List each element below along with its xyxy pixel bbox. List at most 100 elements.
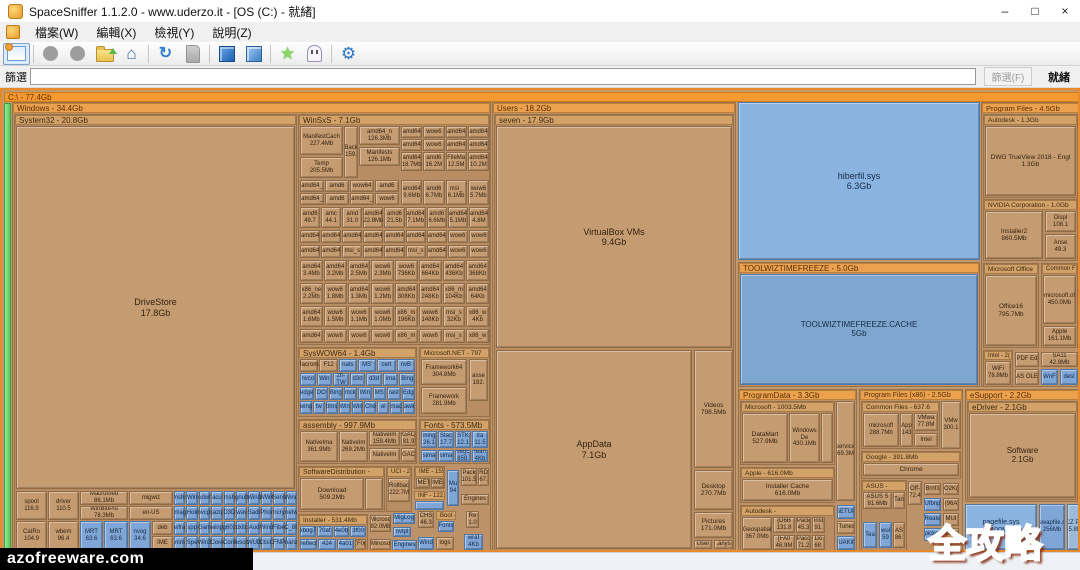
treemap-file-cell[interactable]: nvog 34.6: [129, 521, 151, 550]
treemap-folder-cell[interactable]: Windows De 430.1Mb: [789, 413, 820, 463]
treemap-folder-cell[interactable]: DWG TrueView 2018 - Engl 1.3Gb: [985, 126, 1076, 196]
treemap-folder-cell[interactable]: amd64 2.5Mb: [348, 260, 371, 281]
treemap-folder-cell[interactable]: NativeIm: [369, 448, 400, 462]
star-button[interactable]: ★: [274, 43, 301, 65]
next-view-button[interactable]: [64, 43, 91, 65]
treemap-file-cell[interactable]: ima: [383, 373, 399, 386]
treemap-file-cell[interactable]: Fonts: [438, 521, 454, 532]
treemap-folder-cell[interactable]: AS 86:: [893, 522, 905, 548]
treemap-folder-cell[interactable]: asse 182.: [469, 359, 488, 401]
treemap-file-cell[interactable]: MigLog: [393, 513, 415, 524]
treemap-folder-header[interactable]: INF - 122.1: [414, 491, 445, 500]
treemap-folder-cell[interactable]: amd64 1.3Mb: [348, 283, 371, 304]
treemap-folder-cell[interactable]: WiFi 78.8Mb: [985, 361, 1011, 385]
prev-view-button[interactable]: [37, 43, 64, 65]
treemap-folder-cell[interactable]: amd64 5.1Mb: [448, 207, 468, 228]
treemap-file-cell[interactable]: Win: [339, 401, 351, 414]
treemap-folder-cell[interactable]: Installer2 860.5Mb: [985, 211, 1043, 259]
menu-help[interactable]: 說明(Z): [203, 22, 260, 43]
treemap-folder-cell[interactable]: amd64: [384, 245, 404, 258]
filter-input[interactable]: [30, 68, 976, 85]
treemap-folder-cell[interactable]: amd64: [300, 230, 320, 243]
treemap-folder-cell[interactable]: Office16 795.7Mb: [985, 275, 1037, 346]
treemap-folder-cell[interactable]: amd64: [300, 329, 323, 343]
treemap-file-cell[interactable]: dxltc: [236, 521, 247, 535]
ghost-filter-button[interactable]: [301, 43, 328, 65]
new-view-button[interactable]: [3, 43, 30, 65]
treemap-file-cell[interactable]: reflect: [300, 539, 317, 550]
treemap-folder-cell[interactable]: Minoso: [370, 539, 391, 550]
treemap-folder-cell[interactable]: NativeIm 159.4Mb: [369, 431, 400, 446]
treemap-folder-cell[interactable]: amd6 6.6Mb: [427, 207, 447, 228]
treemap-folder-cell[interactable]: F12: [319, 359, 337, 372]
treemap-folder-cell[interactable]: PDF Ed: [1015, 352, 1039, 367]
treemap-folder-cell[interactable]: amd64 3.2Mb: [324, 260, 347, 281]
less-detail-button[interactable]: [213, 43, 240, 65]
treemap-folder-cell[interactable]: amd64: [406, 230, 426, 243]
treemap-file-cell[interactable]: nvcpl: [199, 506, 210, 520]
treemap-file-cell[interactable]: Win: [352, 401, 364, 414]
treemap-file-cell[interactable]: Win: [358, 387, 372, 400]
treemap-folder-cell[interactable]: VirtualBox VMs 9.4Gb: [496, 126, 732, 348]
treemap-folder-cell[interactable]: DriveStore 17.8Gb: [16, 126, 295, 489]
treemap-folder-cell[interactable]: msi_s: [443, 329, 466, 343]
treemap-folder-cell[interactable]: .anys: [714, 540, 733, 549]
treemap-folder-cell[interactable]: GAC: [401, 448, 416, 462]
treemap-file-cell[interactable]: 4a01: [337, 539, 354, 550]
treemap-folder-cell[interactable]: amd64: [300, 245, 320, 258]
treemap-folder-cell[interactable]: AS OLE: [1015, 369, 1039, 385]
treemap-file-cell[interactable]: Gam: [199, 521, 210, 535]
treemap-folder-header[interactable]: Autodesk -: [741, 506, 834, 516]
treemap-file-cell[interactable]: tw: [313, 401, 325, 414]
treemap-file-cell[interactable]: Hok: [186, 506, 197, 520]
treemap-file-cell[interactable]: d3d: [366, 373, 382, 386]
treemap-folder-header[interactable]: ProgramData - 3.3Gb: [739, 390, 856, 400]
treemap-file-cell[interactable]: spp: [186, 521, 197, 535]
treemap-file-cell[interactable]: tean 4Kb: [472, 450, 488, 462]
treemap-folder-cell[interactable]: {D6B 131.8: [773, 517, 795, 533]
treemap-file-cell[interactable]: WnF: [1041, 369, 1058, 385]
treemap-folder-header[interactable]: ASUS -: [862, 481, 906, 491]
treemap-file-cell[interactable]: Bing: [399, 373, 415, 386]
treemap-folder-header[interactable]: SysWOW64 - 1.4Gb: [299, 348, 416, 358]
treemap-file-cell[interactable]: ming 26.1: [421, 431, 437, 448]
treemap-folder-cell[interactable]: wow6 5.7Mb: [468, 180, 489, 205]
treemap-folder-cell[interactable]: x86_m 104Kb: [443, 283, 466, 304]
treemap-folder-cell[interactable]: amd64 64Kb: [466, 283, 489, 304]
treemap-folder-header[interactable]: Google - 391.8Mb: [862, 452, 960, 462]
treemap-folder-cell[interactable]: amd64: [363, 230, 383, 243]
treemap-folder-cell[interactable]: msi_s: [406, 245, 426, 258]
treemap-file-cell[interactable]: g602: [224, 521, 235, 535]
treemap-folder-cell[interactable]: wow6 1.1Mb: [348, 306, 371, 327]
treemap-folder-cell[interactable]: Back 159.: [344, 126, 358, 178]
treemap-folder-cell[interactable]: Software 2.1Gb: [969, 413, 1076, 498]
treemap-file-cell[interactable]: jazq: [211, 506, 222, 520]
treemap-folder-header[interactable]: eSupport - 2.2Gb: [966, 390, 1079, 400]
treemap-folder-header[interactable]: assembly - 997.9Mb: [299, 420, 416, 430]
treemap-file-cell[interactable]: hiberfil.sys 6.3Gb: [738, 102, 980, 260]
treemap-folder-cell[interactable]: amd64 9.6Mb: [401, 180, 422, 205]
treemap-file-cell[interactable]: Bing: [329, 387, 343, 400]
treemap-folder-cell[interactable]: wow6 736Kb: [395, 260, 418, 281]
treemap-folder-header[interactable]: Users - 18.2Gb: [493, 103, 735, 113]
treemap-file-cell[interactable]: [415, 501, 444, 510]
treemap-folder-cell[interactable]: wow6 1.8Mb: [324, 283, 347, 304]
treemap-folder-cell[interactable]: FileMa 12.5M: [446, 152, 467, 171]
treemap-folder-cell[interactable]: Tan: [893, 492, 905, 509]
treemap-folder-cell[interactable]: x86_m 196Kb: [395, 306, 418, 327]
treemap-folder-cell[interactable]: Displ 108.1: [1045, 211, 1076, 232]
treemap-file-cell[interactable]: el: [377, 401, 389, 414]
treemap-folder-cell[interactable]: wow6: [375, 193, 399, 205]
treemap-folder-cell[interactable]: Inst 91.: [812, 517, 825, 533]
treemap-file-cell[interactable]: Cho: [364, 401, 376, 414]
treemap-file-cell[interactable]: desl: [1060, 369, 1078, 385]
treemap-folder-cell[interactable]: amd64 3.4Mb: [300, 260, 323, 281]
treemap-folder-cell[interactable]: amd64: [401, 126, 422, 138]
treemap-file-cell[interactable]: Sens: [273, 491, 284, 505]
treemap-folder-header[interactable]: Microsoft Office: [984, 264, 1038, 274]
treemap-folder-cell[interactable]: amd6 6.7Mb: [423, 180, 444, 205]
treemap-folder-cell[interactable]: amd64 18.7Mb: [401, 152, 422, 171]
treemap-file-cell[interactable]: Sadr: [248, 506, 259, 520]
treemap-folder-cell[interactable]: amd64: [468, 139, 489, 151]
treemap-folder-cell[interactable]: wow6: [469, 245, 489, 258]
